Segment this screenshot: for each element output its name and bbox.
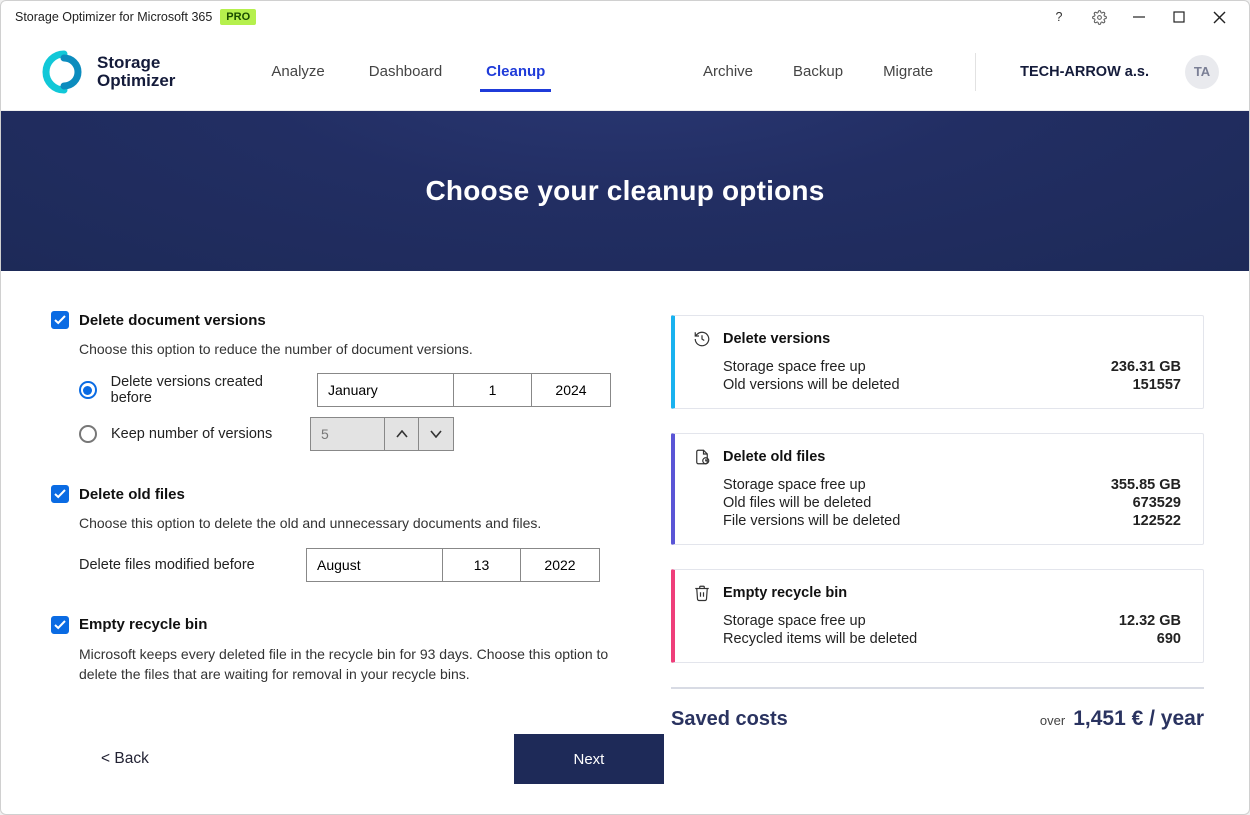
- section-desc: Microsoft keeps every deleted file in th…: [79, 644, 609, 685]
- metric-label: Recycled items will be deleted: [723, 631, 917, 647]
- metric-value: 236.31 GB: [1111, 359, 1181, 375]
- radio-keep-versions[interactable]: [79, 425, 97, 443]
- metric-value: 122522: [1133, 513, 1181, 529]
- options-column: Delete document versions Choose this opt…: [51, 311, 611, 734]
- panel-empty-bin: Empty recycle bin Storage space free up 1…: [671, 569, 1204, 663]
- metric-label: File versions will be deleted: [723, 513, 900, 529]
- tab-archive[interactable]: Archive: [701, 53, 755, 90]
- metric-value: 12.32 GB: [1119, 613, 1181, 629]
- section-delete-versions: Delete document versions Choose this opt…: [51, 311, 611, 451]
- summary-value: 1,451 € / year: [1073, 707, 1204, 730]
- summary-column: Delete versions Storage space free up 236…: [671, 311, 1204, 734]
- saved-costs-summary: Saved costs over 1,451 € / year: [671, 687, 1204, 731]
- checkbox-delete-old[interactable]: [51, 485, 69, 503]
- org-name: TECH-ARROW a.s.: [1020, 64, 1149, 80]
- tab-migrate[interactable]: Migrate: [881, 53, 935, 90]
- close-icon[interactable]: [1199, 3, 1239, 31]
- pro-badge: PRO: [220, 9, 256, 25]
- help-icon[interactable]: ?: [1039, 3, 1079, 31]
- tab-cleanup[interactable]: Cleanup: [484, 53, 547, 90]
- metric-label: Old versions will be deleted: [723, 377, 900, 393]
- tab-analyze[interactable]: Analyze: [269, 53, 326, 90]
- day-select[interactable]: 1: [454, 374, 532, 406]
- section-title: Empty recycle bin: [79, 616, 207, 633]
- panel-delete-old: Delete old files Storage space free up 35…: [671, 433, 1204, 545]
- metric-value: 690: [1157, 631, 1181, 647]
- history-icon: [693, 330, 711, 348]
- metric-value: 355.85 GB: [1111, 477, 1181, 493]
- panel-title: Delete versions: [723, 331, 830, 347]
- nav-separator: [975, 53, 976, 91]
- page-banner: Choose your cleanup options: [1, 111, 1249, 271]
- titlebar: Storage Optimizer for Microsoft 365 PRO …: [1, 1, 1249, 33]
- maximize-icon[interactable]: [1159, 3, 1199, 31]
- footer: < Back Next: [1, 734, 1249, 814]
- date-picker-old: August 13 2022: [306, 548, 600, 582]
- minimize-icon[interactable]: [1119, 3, 1159, 31]
- checkbox-empty-bin[interactable]: [51, 616, 69, 634]
- section-title: Delete document versions: [79, 312, 266, 329]
- month-select[interactable]: August: [307, 549, 443, 581]
- date-picker-versions: January 1 2024: [317, 373, 611, 407]
- radio-versions-before[interactable]: [79, 381, 97, 399]
- next-button[interactable]: Next: [514, 734, 664, 784]
- radio-label: Keep number of versions: [111, 426, 296, 442]
- year-select[interactable]: 2022: [521, 549, 599, 581]
- year-select[interactable]: 2024: [532, 374, 610, 406]
- panel-delete-versions: Delete versions Storage space free up 236…: [671, 315, 1204, 409]
- app-logo: Storage Optimizer: [41, 49, 175, 95]
- section-desc: Choose this option to delete the old and…: [79, 513, 611, 533]
- page-heading: Choose your cleanup options: [426, 175, 825, 207]
- checkbox-delete-versions[interactable]: [51, 311, 69, 329]
- summary-over: over: [1040, 713, 1065, 728]
- top-nav: Storage Optimizer Analyze Dashboard Clea…: [1, 33, 1249, 111]
- date-label: Delete files modified before: [79, 557, 292, 573]
- section-title: Delete old files: [79, 486, 185, 503]
- keep-versions-stepper: 5: [310, 417, 454, 451]
- metric-value: 673529: [1133, 495, 1181, 511]
- section-empty-bin: Empty recycle bin Microsoft keeps every …: [51, 616, 611, 685]
- stepper-up-icon[interactable]: [385, 418, 419, 450]
- section-desc: Choose this option to reduce the number …: [79, 339, 611, 359]
- panel-title: Delete old files: [723, 449, 825, 465]
- metric-label: Storage space free up: [723, 477, 866, 493]
- day-select[interactable]: 13: [443, 549, 521, 581]
- panel-title: Empty recycle bin: [723, 585, 847, 601]
- stepper-value[interactable]: 5: [311, 418, 385, 450]
- logo-mark-icon: [41, 49, 87, 95]
- files-icon: [693, 448, 711, 466]
- back-button[interactable]: < Back: [101, 750, 149, 768]
- summary-label: Saved costs: [671, 708, 788, 731]
- primary-tabs: Analyze Dashboard Cleanup: [269, 53, 547, 90]
- logo-text-2: Optimizer: [97, 72, 175, 90]
- radio-label: Delete versions created before: [111, 374, 303, 406]
- metric-label: Old files will be deleted: [723, 495, 871, 511]
- tab-backup[interactable]: Backup: [791, 53, 845, 90]
- month-select[interactable]: January: [318, 374, 454, 406]
- app-window: Storage Optimizer for Microsoft 365 PRO …: [0, 0, 1250, 815]
- section-delete-old: Delete old files Choose this option to d…: [51, 485, 611, 581]
- content: Delete document versions Choose this opt…: [1, 271, 1249, 734]
- trash-icon: [693, 584, 711, 602]
- metric-label: Storage space free up: [723, 613, 866, 629]
- metric-label: Storage space free up: [723, 359, 866, 375]
- metric-value: 151557: [1133, 377, 1181, 393]
- stepper-down-icon[interactable]: [419, 418, 453, 450]
- avatar[interactable]: TA: [1185, 55, 1219, 89]
- tab-dashboard[interactable]: Dashboard: [367, 53, 444, 90]
- window-title: Storage Optimizer for Microsoft 365: [15, 10, 212, 24]
- settings-icon[interactable]: [1079, 3, 1119, 31]
- logo-text-1: Storage: [97, 54, 175, 72]
